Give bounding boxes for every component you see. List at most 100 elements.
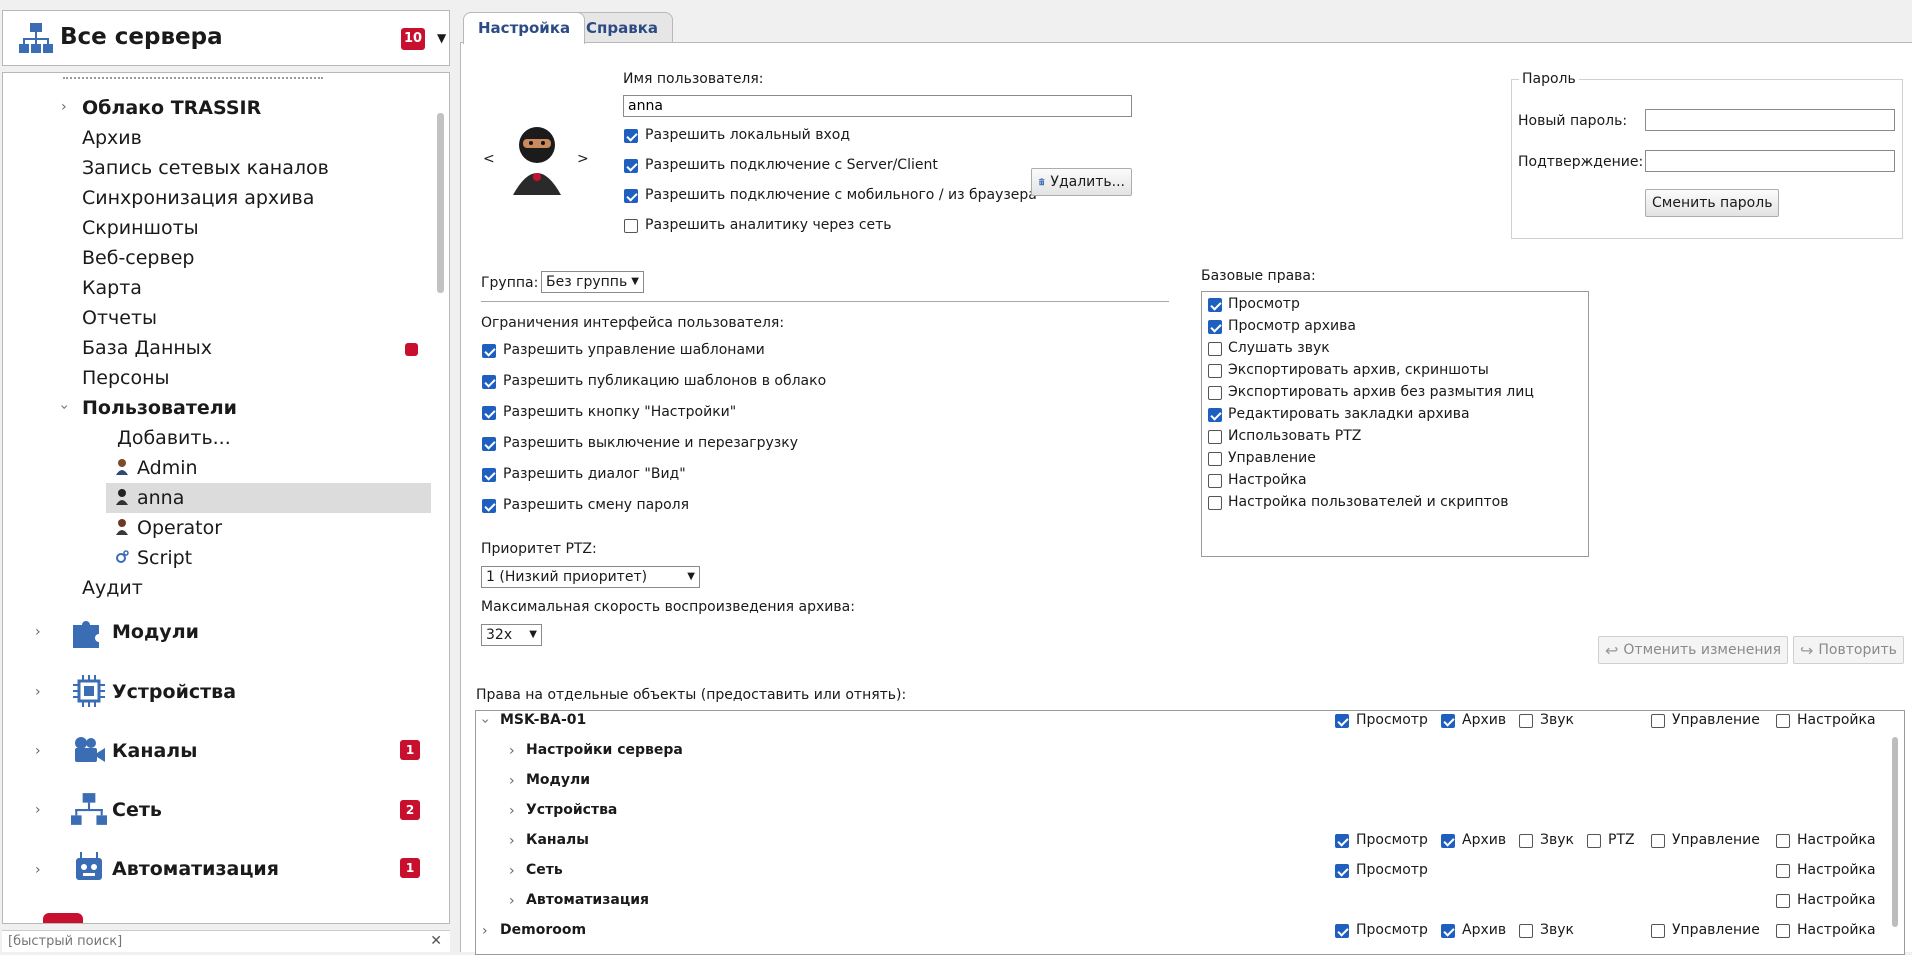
tree-item-web-server[interactable]: Веб-сервер <box>82 247 194 269</box>
tree-item-add-user[interactable]: Добавить... <box>117 427 231 449</box>
chevron-right-icon[interactable]: › <box>509 743 515 759</box>
templates-checkbox[interactable] <box>482 344 496 358</box>
tree-item-net-recording[interactable]: Запись сетевых каналов <box>82 157 329 179</box>
obj-sound-checkbox[interactable] <box>1519 714 1533 728</box>
close-icon[interactable]: ✕ <box>430 933 442 949</box>
change-password-button[interactable]: Сменить пароль <box>1645 189 1780 217</box>
obj-view-checkbox[interactable] <box>1335 924 1349 938</box>
right-export-noblur-checkbox[interactable] <box>1208 386 1222 400</box>
object-row-channels[interactable]: Каналы <box>526 832 589 848</box>
tree-item-persons[interactable]: Персоны <box>82 367 170 389</box>
username-input[interactable] <box>623 95 1132 117</box>
publish-templates-checkbox[interactable] <box>482 375 496 389</box>
chevron-right-icon[interactable]: › <box>482 923 488 939</box>
tree-section-devices[interactable]: Устройства <box>112 681 236 703</box>
obj-settings-checkbox[interactable] <box>1776 894 1790 908</box>
tree-scrollbar[interactable] <box>437 113 444 293</box>
ptz-select[interactable]: 1 (Низкий приоритет) ▼ <box>481 566 700 588</box>
chevron-right-icon[interactable]: › <box>35 684 41 700</box>
tree-item-cloud[interactable]: Облако TRASSIR <box>82 97 261 119</box>
chevron-right-icon[interactable]: › <box>35 862 41 878</box>
undo-button[interactable]: ↩ Отменить изменения <box>1598 636 1789 664</box>
mobile-browser-checkbox[interactable] <box>624 189 638 203</box>
next-user-button[interactable]: > <box>577 151 589 167</box>
new-password-input[interactable] <box>1645 109 1895 131</box>
chevron-right-icon[interactable]: › <box>509 863 515 879</box>
object-row-modules[interactable]: Модули <box>526 772 590 788</box>
obj-settings-checkbox[interactable] <box>1776 864 1790 878</box>
tree-item-user-admin[interactable]: Admin <box>115 457 198 479</box>
tree-item-archive[interactable]: Архив <box>82 127 142 149</box>
right-settings-checkbox[interactable] <box>1208 474 1222 488</box>
change-password-checkbox[interactable] <box>482 499 496 513</box>
chevron-right-icon[interactable]: › <box>35 802 41 818</box>
tree-section-automation[interactable]: Автоматизация <box>112 858 279 880</box>
chevron-down-icon[interactable]: › <box>56 404 72 410</box>
delete-user-button[interactable]: Удалить... <box>1031 168 1132 196</box>
tree-item-screenshots[interactable]: Скриншоты <box>82 217 199 239</box>
tree-section-channels[interactable]: Каналы <box>112 740 197 762</box>
tree-item-reports[interactable]: Отчеты <box>82 307 157 329</box>
object-row-network[interactable]: Сеть <box>526 862 563 878</box>
obj-control-checkbox[interactable] <box>1651 924 1665 938</box>
objects-scrollbar[interactable] <box>1892 737 1898 927</box>
quick-search-input[interactable] <box>6 933 410 950</box>
obj-archive-checkbox[interactable] <box>1441 834 1455 848</box>
chevron-down-icon[interactable]: ▼ <box>437 31 446 45</box>
right-sound-checkbox[interactable] <box>1208 342 1222 356</box>
object-row-server[interactable]: MSK-BA-01 <box>500 712 586 728</box>
group-select[interactable]: Без группь ▼ <box>541 271 644 293</box>
right-control-checkbox[interactable] <box>1208 452 1222 466</box>
tree-item-users[interactable]: Пользователи <box>82 397 237 419</box>
server-client-checkbox[interactable] <box>624 159 638 173</box>
right-export-checkbox[interactable] <box>1208 364 1222 378</box>
tree-item-user-anna[interactable]: anna <box>115 487 184 509</box>
object-row-devices[interactable]: Устройства <box>526 802 617 818</box>
obj-ptz-checkbox[interactable] <box>1587 834 1601 848</box>
right-archive-view-checkbox[interactable] <box>1208 320 1222 334</box>
right-view-checkbox[interactable] <box>1208 298 1222 312</box>
prev-user-button[interactable]: < <box>483 151 495 167</box>
obj-view-checkbox[interactable] <box>1335 834 1349 848</box>
tab-help[interactable]: Справка <box>571 12 674 43</box>
obj-archive-checkbox[interactable] <box>1441 924 1455 938</box>
chevron-right-icon[interactable]: › <box>61 99 67 115</box>
view-dialog-checkbox[interactable] <box>482 468 496 482</box>
right-ptz-checkbox[interactable] <box>1208 430 1222 444</box>
obj-view-checkbox[interactable] <box>1335 864 1349 878</box>
tree-item-script[interactable]: Script <box>115 547 192 569</box>
server-selector[interactable]: Все сервера 10 ▼ <box>2 10 450 66</box>
object-row-automation[interactable]: Автоматизация <box>526 892 649 908</box>
object-row-server-settings[interactable]: Настройки сервера <box>526 742 683 758</box>
right-bookmarks-checkbox[interactable] <box>1208 408 1222 422</box>
obj-archive-checkbox[interactable] <box>1441 714 1455 728</box>
obj-sound-checkbox[interactable] <box>1519 924 1533 938</box>
tree-item-database[interactable]: База Данных <box>82 337 212 359</box>
obj-control-checkbox[interactable] <box>1651 834 1665 848</box>
tree-section-modules[interactable]: Модули <box>112 621 199 643</box>
tab-settings[interactable]: Настройка <box>463 12 586 44</box>
tree-item-user-operator[interactable]: Operator <box>115 517 222 539</box>
speed-select[interactable]: 32x ▼ <box>481 624 542 646</box>
quick-search[interactable]: ✕ <box>2 930 450 952</box>
chevron-right-icon[interactable]: › <box>509 803 515 819</box>
tree-section-network[interactable]: Сеть <box>112 799 162 821</box>
confirm-password-input[interactable] <box>1645 150 1895 172</box>
tree-item-audit[interactable]: Аудит <box>82 577 143 599</box>
tree-item-map[interactable]: Карта <box>82 277 142 299</box>
shutdown-checkbox[interactable] <box>482 437 496 451</box>
chevron-down-icon[interactable]: › <box>477 718 493 724</box>
local-login-checkbox[interactable] <box>624 129 638 143</box>
network-analytics-checkbox[interactable] <box>624 219 638 233</box>
settings-button-checkbox[interactable] <box>482 406 496 420</box>
obj-view-checkbox[interactable] <box>1335 714 1349 728</box>
chevron-right-icon[interactable]: › <box>35 743 41 759</box>
chevron-right-icon[interactable]: › <box>509 833 515 849</box>
right-users-scripts-checkbox[interactable] <box>1208 496 1222 510</box>
obj-control-checkbox[interactable] <box>1651 714 1665 728</box>
chevron-right-icon[interactable]: › <box>509 773 515 789</box>
obj-sound-checkbox[interactable] <box>1519 834 1533 848</box>
tree-item-archive-sync[interactable]: Синхронизация архива <box>82 187 314 209</box>
chevron-right-icon[interactable]: › <box>509 893 515 909</box>
obj-settings-checkbox[interactable] <box>1776 714 1790 728</box>
